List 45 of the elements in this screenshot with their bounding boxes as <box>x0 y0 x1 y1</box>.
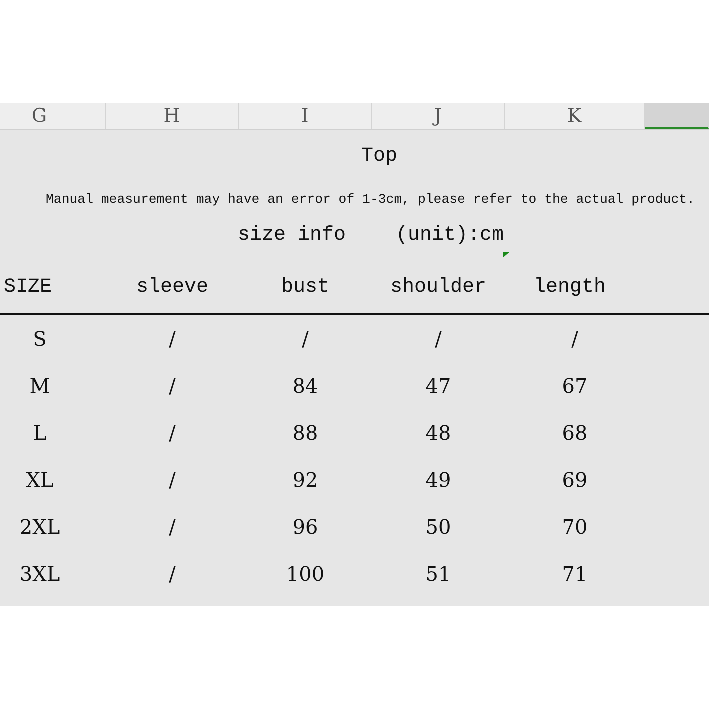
table-cell-text: 70 <box>561 514 589 538</box>
table-cell-text: 69 <box>561 468 589 492</box>
table-cell-text: / <box>301 326 310 350</box>
unit-label: (unit):cm <box>396 224 504 247</box>
table-cell-text: / <box>168 420 177 444</box>
table-cell-text: / <box>434 326 443 350</box>
table-cell-text: XL <box>25 468 55 492</box>
table-cell-text: / <box>168 562 177 586</box>
column-label: sleeve <box>135 276 210 299</box>
measurement-note: Manual measurement may have an error of 1-3cm, please refer to the actual product. <box>45 191 696 209</box>
table-cell-text: / <box>168 468 177 492</box>
column-header[interactable]: G <box>0 103 106 129</box>
table-cell-text: 68 <box>561 420 589 444</box>
table-cell-text: 49 <box>424 468 452 492</box>
column-label: SIZE <box>3 276 54 299</box>
table-cell-text: 96 <box>292 514 320 538</box>
table-cell-text: 71 <box>561 562 589 586</box>
table-cell-text: 51 <box>424 562 452 586</box>
table-cell-text: M <box>28 374 52 398</box>
table-cell-text: / <box>168 326 177 350</box>
table-cell-text: / <box>168 374 177 398</box>
column-header[interactable]: J <box>372 103 505 129</box>
table-cell-text: 92 <box>292 468 320 492</box>
table-cell-text: 88 <box>292 420 320 444</box>
sheet-title: Top <box>360 144 398 170</box>
table-cell-text: / <box>168 514 177 538</box>
column-label: bust <box>280 276 330 299</box>
column-header[interactable] <box>645 103 709 129</box>
size-info-label: size info <box>238 224 346 247</box>
cell-marker-icon <box>503 252 510 258</box>
table-cell-text: 84 <box>292 374 320 398</box>
table-cell-text: L <box>32 420 48 444</box>
column-header[interactable]: H <box>106 103 239 129</box>
table-cell-text: 2XL <box>18 514 62 538</box>
table-cell-text: S <box>32 326 48 350</box>
table-cell-text: 3XL <box>18 562 62 586</box>
table-cell-text: 48 <box>424 420 452 444</box>
table-cell-text: 50 <box>424 514 452 538</box>
table-cell-text: 67 <box>561 374 589 398</box>
column-header[interactable]: I <box>239 103 372 129</box>
column-label: shoulder <box>389 276 488 299</box>
column-label: length <box>532 276 607 299</box>
table-cell-text: 100 <box>285 562 326 586</box>
table-cell-text: 47 <box>424 374 452 398</box>
table-cell-text: / <box>570 326 580 350</box>
